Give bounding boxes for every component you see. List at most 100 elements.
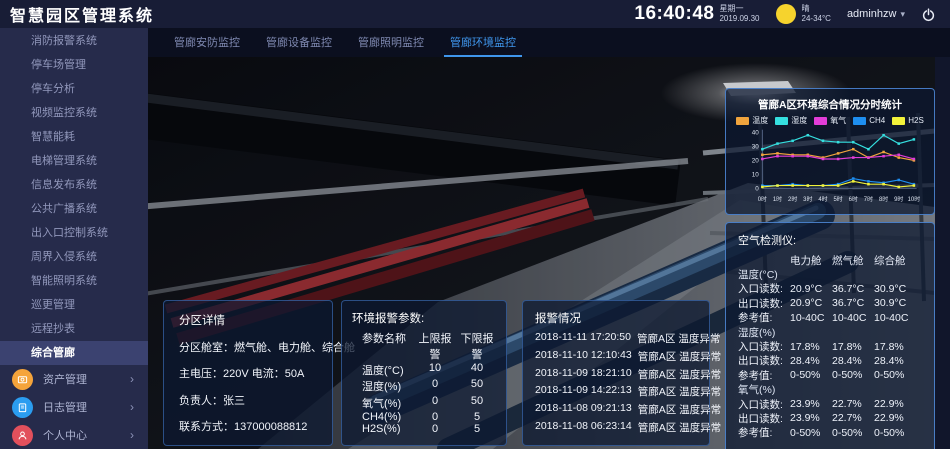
sidebar-item[interactable]: 信息发布系统 [0,173,148,197]
sidebar-item[interactable]: 消防报警系统 [0,29,148,53]
legend-item: 温度 [736,115,768,126]
alarm-row: 2018-11-09 18:21:10管廊A区 温度异常 [535,367,697,382]
sidebar-item[interactable]: 出入口控制系统 [0,221,148,245]
air-value: 23.9% [790,412,832,424]
air-value: 22.7% [832,398,874,410]
sidebar-item[interactable]: 电梯管理系统 [0,149,148,173]
tab[interactable]: 管廊安防监控 [168,28,246,57]
sidebar-item[interactable]: 停车分析 [0,77,148,101]
air-value: 10-40C [790,312,832,324]
tab[interactable]: 管廊照明监控 [352,28,430,57]
air-value: 22.9% [874,412,916,424]
legend-swatch [775,117,788,125]
legend-label: H2S [908,116,924,125]
air-row: 出口读数:20.9°C36.7°C30.9°C [738,296,922,310]
air-value: 20.9°C [790,297,832,309]
alarm-time: 2018-11-10 12:10:43 [535,349,632,364]
weather-temp: 24-34°C [802,14,831,24]
alarm-text: 管廊A区 温度异常 [638,420,721,435]
env-cell: 0 [414,423,456,435]
env-header-cell: 参数名称 [352,330,414,362]
svg-text:30: 30 [752,144,760,151]
env-cell: 0 [414,411,456,423]
air-value: 28.4% [790,355,832,367]
power-icon [921,7,936,22]
sidebar-item[interactable]: 远程抄表 [0,317,148,341]
profile-icon [12,425,33,446]
air-value: 0-50% [874,427,916,439]
clock: 16:40:48 星期一 2019.09.30 [634,3,759,25]
env-params-title: 环境报警参数: [352,310,496,326]
tab[interactable]: 管廊设备监控 [260,28,338,57]
alarm-row: 2018-11-09 14:22:13管廊A区 温度异常 [535,384,697,399]
tab[interactable]: 管廊环境监控 [444,28,522,57]
alarm-text: 管廊A区 温度异常 [638,402,721,417]
air-detector-panel: 空气检测仪: 电力舱燃气舱综合舱温度(°C)入口读数:20.9°C36.7°C3… [725,222,935,449]
sidebar-item-profile[interactable]: 个人中心 › [0,421,148,449]
air-section-label: 氧气(%) [738,383,922,397]
svg-text:6时: 6时 [849,195,858,203]
env-cell: 5 [456,423,498,435]
sidebar-item[interactable]: 停车场管理 [0,53,148,77]
air-column-header: 综合舱 [874,253,916,268]
env-row: 氧气(%)050 [352,395,496,411]
air-value: 17.8% [790,341,832,353]
air-value: 10-40C [874,312,916,324]
svg-text:5时: 5时 [833,195,842,203]
air-value: 0-50% [790,427,832,439]
alarm-list: 2018-11-11 17:20:50管廊A区 温度异常2018-11-10 1… [535,331,697,435]
alarm-row: 2018-11-08 06:23:14管廊A区 温度异常 [535,420,697,435]
sidebar-item-assets[interactable]: 资产管理 › [0,365,148,393]
air-value: 36.7°C [832,297,874,309]
air-section-label: 温度(°C) [738,267,922,281]
weekday-label: 星期一 [719,4,759,14]
sidebar: 消防报警系统停车场管理停车分析视频监控系统智慧能耗电梯管理系统信息发布系统公共广… [0,28,148,449]
sidebar-item[interactable]: 视频监控系统 [0,101,148,125]
air-value: 22.7% [832,412,874,424]
air-value: 0-50% [874,369,916,381]
sidebar-menu: 消防报警系统停车场管理停车分析视频监控系统智慧能耗电梯管理系统信息发布系统公共广… [0,28,148,365]
chart-legend: 温度湿度氧气CH4H2S [736,115,924,126]
alarm-row: 2018-11-08 09:21:13管廊A区 温度异常 [535,402,697,417]
sidebar-item-label: 资产管理 [43,371,87,387]
legend-item: CH4 [853,115,885,126]
air-detector-body: 电力舱燃气舱综合舱温度(°C)入口读数:20.9°C36.7°C30.9°C出口… [738,253,922,440]
sidebar-item[interactable]: 智能照明系统 [0,269,148,293]
sidebar-item[interactable]: 综合管廊 [0,341,148,365]
alarm-time: 2018-11-11 17:20:50 [535,331,631,346]
sidebar-item[interactable]: 智慧能耗 [0,125,148,149]
chevron-down-icon: ▾ [900,9,905,20]
air-row-label: 入口读数: [738,281,790,296]
zone-details-title: 分区详情 [179,312,317,328]
air-value: 28.4% [832,355,874,367]
sidebar-item-logs[interactable]: 日志管理 › [0,393,148,421]
env-params-table: 参数名称上限报警下限报警温度(°C)1040湿度(%)050氧气(%)050CH… [352,330,496,435]
env-params-panel: 环境报警参数: 参数名称上限报警下限报警温度(°C)1040湿度(%)050氧气… [341,300,507,446]
app-header: 智慧园区管理系统 16:40:48 星期一 2019.09.30 晴 24-34… [0,0,950,28]
zone-manager: 负责人：张三 [179,392,317,408]
env-cell: 温度(°C) [352,362,414,378]
sidebar-item[interactable]: 巡更管理 [0,293,148,317]
sidebar-item[interactable]: 周界入侵系统 [0,245,148,269]
date-label: 2019.09.30 [719,14,759,24]
power-button[interactable] [921,7,936,22]
zone-contact: 联系方式：137000088812 [179,418,317,434]
env-cell: 氧气(%) [352,395,414,411]
header-right: 16:40:48 星期一 2019.09.30 晴 24-34°C adminh… [634,3,950,25]
air-row-label: 出口读数: [738,296,790,311]
chart-title: 管廊A区环境综合情况分时统计 [736,97,924,112]
air-row: 入口读数:17.8%17.8%17.8% [738,339,922,353]
air-detector-title: 空气检测仪: [738,232,922,248]
air-value: 23.9% [790,398,832,410]
alarm-time: 2018-11-09 14:22:13 [535,384,632,399]
legend-swatch [814,117,827,125]
air-row: 出口读数:28.4%28.4%28.4% [738,354,922,368]
legend-label: 湿度 [791,115,807,126]
weather-widget: 晴 24-34°C [776,4,831,24]
user-menu[interactable]: adminhzw ▾ [847,8,905,20]
sidebar-item[interactable]: 公共广播系统 [0,197,148,221]
alarm-panel: 报警情况 2018-11-11 17:20:50管廊A区 温度异常2018-11… [522,300,710,446]
sidebar-item-label: 个人中心 [43,427,87,443]
air-value: 30.9°C [874,283,916,295]
air-header-row: 电力舱燃气舱综合舱 [738,253,922,267]
